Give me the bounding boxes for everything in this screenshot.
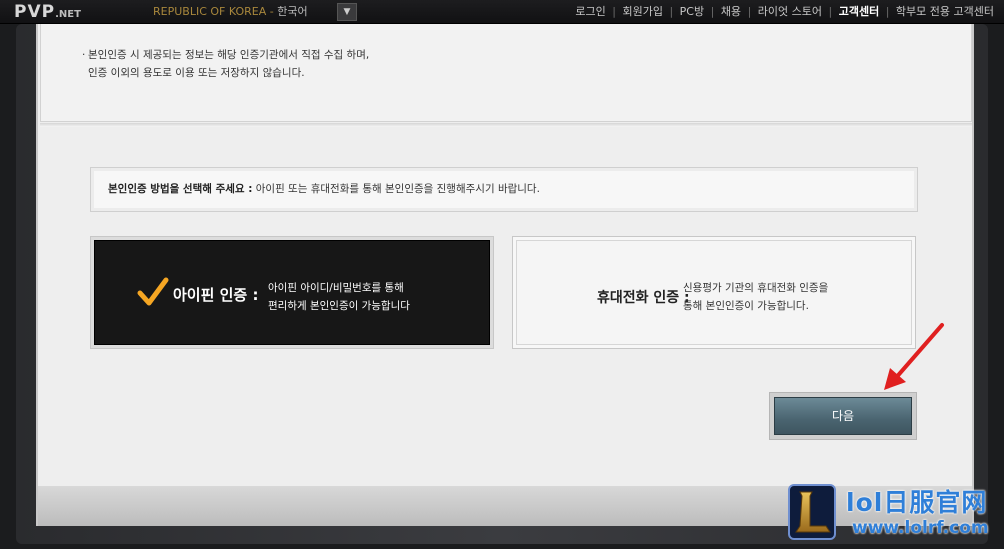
nav-separator: | xyxy=(710,5,715,18)
ipin-option-face: 아이핀 인증 : 아이핀 아이디/비밀번호를 통해 편리하게 본인인증이 가능합… xyxy=(94,240,490,345)
region-selector[interactable]: REPUBLIC OF KOREA - 한국어 xyxy=(153,5,308,19)
prompt-heading: 본인인증 방법을 선택해 주세요 : xyxy=(108,183,253,195)
language-label: 한국어 xyxy=(277,5,308,18)
nav-parent-support[interactable]: 학부모 전용 고객센터 xyxy=(896,5,994,18)
nav-signup[interactable]: 회원가입 xyxy=(622,5,662,18)
pvp-net-logo[interactable]: PVP.NET xyxy=(14,2,81,22)
nav-separator: | xyxy=(828,5,833,18)
logo-suffix: .NET xyxy=(55,9,81,20)
ipin-title: 아이핀 인증 : xyxy=(173,286,259,304)
notice-line-2: 인증 이외의 용도로 이용 또는 저장하지 않습니다. xyxy=(88,67,305,79)
nav-support[interactable]: 고객센터 xyxy=(839,5,879,18)
prompt-text: 본인인증 방법을 선택해 주세요 : 아이핀 또는 휴대전화를 통해 본인인증을… xyxy=(108,181,540,197)
prompt-description: 아이핀 또는 휴대전화를 통해 본인인증을 진행해주시기 바랍니다. xyxy=(252,183,540,195)
watermark-url: www.lolrf.com xyxy=(852,518,989,538)
phone-desc-line-1: 신용평가 기관의 휴대전화 인증을 xyxy=(683,282,829,294)
region-name: REPUBLIC OF KOREA xyxy=(153,5,267,18)
nav-separator: | xyxy=(885,5,890,18)
nav-login[interactable]: 로그인 xyxy=(575,5,605,18)
nav-separator: | xyxy=(669,5,674,18)
phone-title: 휴대전화 인증 : xyxy=(597,290,690,306)
privacy-notice: · 본인인증 시 제공되는 정보는 해당 인증기관에서 직접 수집 하며, 인증… xyxy=(82,46,370,82)
nav-separator: | xyxy=(612,5,616,18)
region-separator: - xyxy=(266,5,278,18)
section-divider xyxy=(40,123,972,127)
nav-pcbang[interactable]: PC방 xyxy=(680,5,704,18)
chevron-down-icon[interactable]: ▼ xyxy=(337,3,357,21)
phone-option-face: 휴대전화 인증 : 신용평가 기관의 휴대전화 인증을 통해 본인인증이 가능합… xyxy=(516,240,912,345)
red-arrow-icon xyxy=(884,323,944,390)
ipin-desc-line-2: 편리하게 본인인증이 가능합니다 xyxy=(268,300,410,312)
notice-bullet: · xyxy=(82,49,86,61)
watermark-title: lol日服官网 xyxy=(846,488,988,517)
nav-store[interactable]: 라이엇 스토어 xyxy=(758,5,822,18)
nav-separator: | xyxy=(747,5,752,18)
top-nav: 로그인 | 회원가입 | PC방 | 채용 | 라이엇 스토어 | 고객센터 |… xyxy=(572,5,994,19)
nav-jobs[interactable]: 채용 xyxy=(721,5,741,18)
top-bar: PVP.NET REPUBLIC OF KOREA - 한국어 ▼ 로그인 | … xyxy=(0,0,1004,24)
next-button-label: 다음 xyxy=(774,397,912,435)
league-logo-icon xyxy=(788,484,836,540)
ipin-option[interactable]: 아이핀 인증 : 아이핀 아이디/비밀번호를 통해 편리하게 본인인증이 가능합… xyxy=(90,236,494,349)
ipin-description: 아이핀 아이디/비밀번호를 통해 편리하게 본인인증이 가능합니다 xyxy=(268,279,410,315)
ipin-desc-line-1: 아이핀 아이디/비밀번호를 통해 xyxy=(268,282,404,294)
notice-line-1: 본인인증 시 제공되는 정보는 해당 인증기관에서 직접 수집 하며, xyxy=(88,49,370,61)
phone-option[interactable]: 휴대전화 인증 : 신용평가 기관의 휴대전화 인증을 통해 본인인증이 가능합… xyxy=(512,236,916,349)
checkmark-icon xyxy=(137,277,169,306)
next-button[interactable]: 다음 xyxy=(769,392,917,440)
phone-desc-line-2: 통해 본인인증이 가능합니다. xyxy=(683,300,809,312)
logo-main: PVP xyxy=(14,2,56,22)
phone-description: 신용평가 기관의 휴대전화 인증을 통해 본인인증이 가능합니다. xyxy=(683,279,828,315)
